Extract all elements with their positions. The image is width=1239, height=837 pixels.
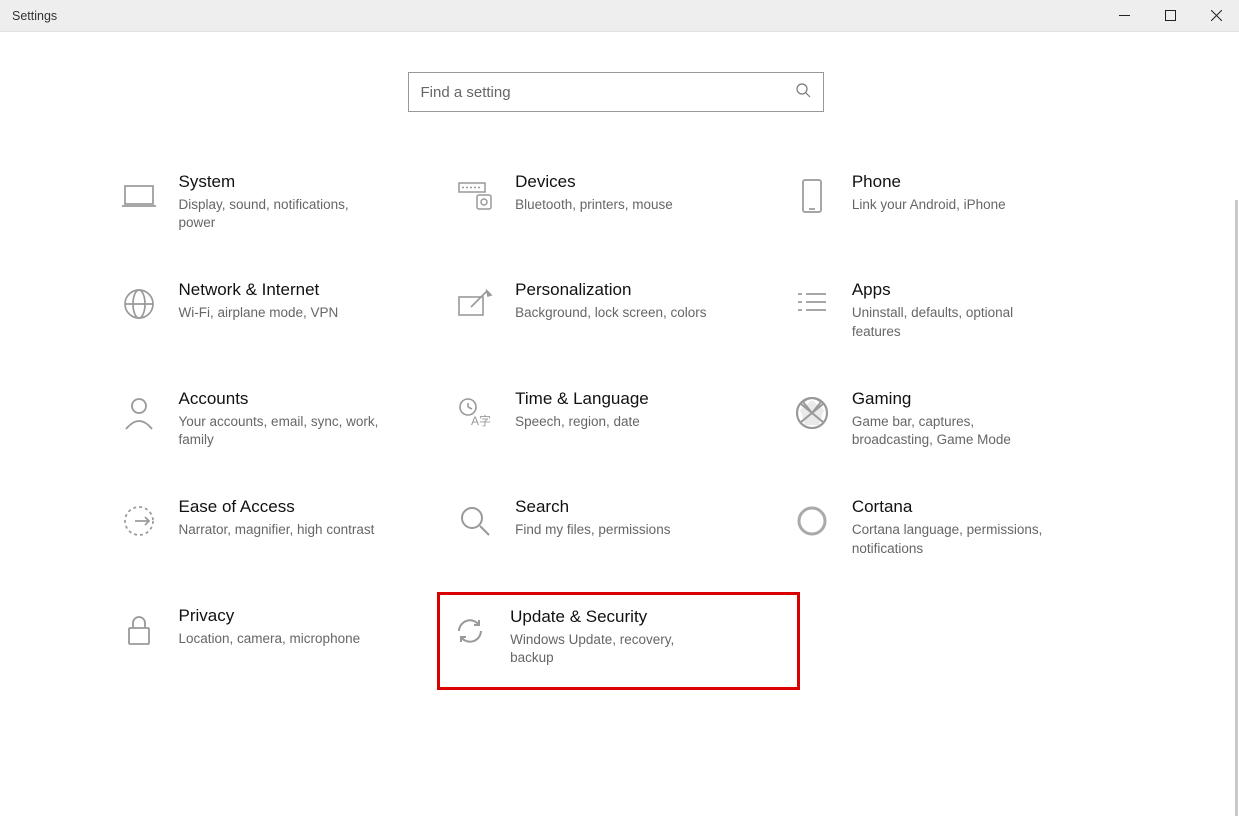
time-language-icon: A字 <box>451 389 499 437</box>
tile-cortana[interactable]: Cortana Cortana language, permissions, n… <box>784 497 1121 557</box>
tile-title: Ease of Access <box>179 497 375 517</box>
tile-title: Apps <box>852 280 1057 300</box>
search-input[interactable] <box>421 84 795 101</box>
tile-desc: Link your Android, iPhone <box>852 196 1006 214</box>
tile-privacy[interactable]: Privacy Location, camera, microphone <box>111 606 448 668</box>
minimize-icon <box>1119 10 1130 21</box>
paint-icon <box>451 280 499 328</box>
search-icon <box>795 82 811 103</box>
tile-apps[interactable]: Apps Uninstall, defaults, optional featu… <box>784 280 1121 340</box>
search-row <box>0 72 1231 112</box>
update-icon <box>446 607 494 655</box>
close-icon <box>1211 10 1222 21</box>
tile-title: Phone <box>852 172 1006 192</box>
tile-title: Time & Language <box>515 389 649 409</box>
tile-desc: Speech, region, date <box>515 413 649 431</box>
tile-personalization[interactable]: Personalization Background, lock screen,… <box>447 280 784 340</box>
tile-time-language[interactable]: A字 Time & Language Speech, region, date <box>447 389 784 449</box>
maximize-button[interactable] <box>1147 0 1193 31</box>
ease-icon <box>115 497 163 545</box>
tile-desc: Game bar, captures, broadcasting, Game M… <box>852 413 1057 449</box>
globe-icon <box>115 280 163 328</box>
gaming-icon <box>788 389 836 437</box>
tile-desc: Narrator, magnifier, high contrast <box>179 521 375 539</box>
tile-desc: Your accounts, email, sync, work, family <box>179 413 384 449</box>
tile-desc: Find my files, permissions <box>515 521 670 539</box>
tile-title: Network & Internet <box>179 280 339 300</box>
tile-update-security[interactable]: Update & Security Windows Update, recove… <box>437 592 800 690</box>
tile-desc: Cortana language, permissions, notificat… <box>852 521 1057 557</box>
tile-desc: Background, lock screen, colors <box>515 304 706 322</box>
svg-text:A字: A字 <box>471 413 491 428</box>
titlebar: Settings <box>0 0 1239 32</box>
tile-gaming[interactable]: Gaming Game bar, captures, broadcasting,… <box>784 389 1121 449</box>
main: System Display, sound, notifications, po… <box>0 32 1231 837</box>
tile-desc: Location, camera, microphone <box>179 630 361 648</box>
tile-title: Gaming <box>852 389 1057 409</box>
tile-title: Privacy <box>179 606 361 626</box>
cortana-icon <box>788 497 836 545</box>
minimize-button[interactable] <box>1101 0 1147 31</box>
tile-ease-of-access[interactable]: Ease of Access Narrator, magnifier, high… <box>111 497 448 557</box>
phone-icon <box>788 172 836 220</box>
tile-desc: Uninstall, defaults, optional features <box>852 304 1057 340</box>
window-title: Settings <box>12 9 57 23</box>
tile-title: Search <box>515 497 670 517</box>
window-controls <box>1101 0 1239 31</box>
person-icon <box>115 389 163 437</box>
tile-title: System <box>179 172 384 192</box>
tile-title: Update & Security <box>510 607 715 627</box>
search-category-icon <box>451 497 499 545</box>
apps-icon <box>788 280 836 328</box>
tile-title: Devices <box>515 172 673 192</box>
categories-grid: System Display, sound, notifications, po… <box>111 172 1121 668</box>
search-box[interactable] <box>408 72 824 112</box>
tile-desc: Display, sound, notifications, power <box>179 196 384 232</box>
tile-system[interactable]: System Display, sound, notifications, po… <box>111 172 448 232</box>
close-button[interactable] <box>1193 0 1239 31</box>
tile-phone[interactable]: Phone Link your Android, iPhone <box>784 172 1121 232</box>
tile-title: Cortana <box>852 497 1057 517</box>
tile-accounts[interactable]: Accounts Your accounts, email, sync, wor… <box>111 389 448 449</box>
tile-title: Personalization <box>515 280 706 300</box>
tile-desc: Wi-Fi, airplane mode, VPN <box>179 304 339 322</box>
tile-devices[interactable]: Devices Bluetooth, printers, mouse <box>447 172 784 232</box>
tile-desc: Bluetooth, printers, mouse <box>515 196 673 214</box>
devices-icon <box>451 172 499 220</box>
tile-title: Accounts <box>179 389 384 409</box>
system-icon <box>115 172 163 220</box>
lock-icon <box>115 606 163 654</box>
tile-network[interactable]: Network & Internet Wi-Fi, airplane mode,… <box>111 280 448 340</box>
maximize-icon <box>1165 10 1176 21</box>
tile-desc: Windows Update, recovery, backup <box>510 631 715 667</box>
scrollbar[interactable] <box>1235 200 1238 816</box>
tile-search[interactable]: Search Find my files, permissions <box>447 497 784 557</box>
